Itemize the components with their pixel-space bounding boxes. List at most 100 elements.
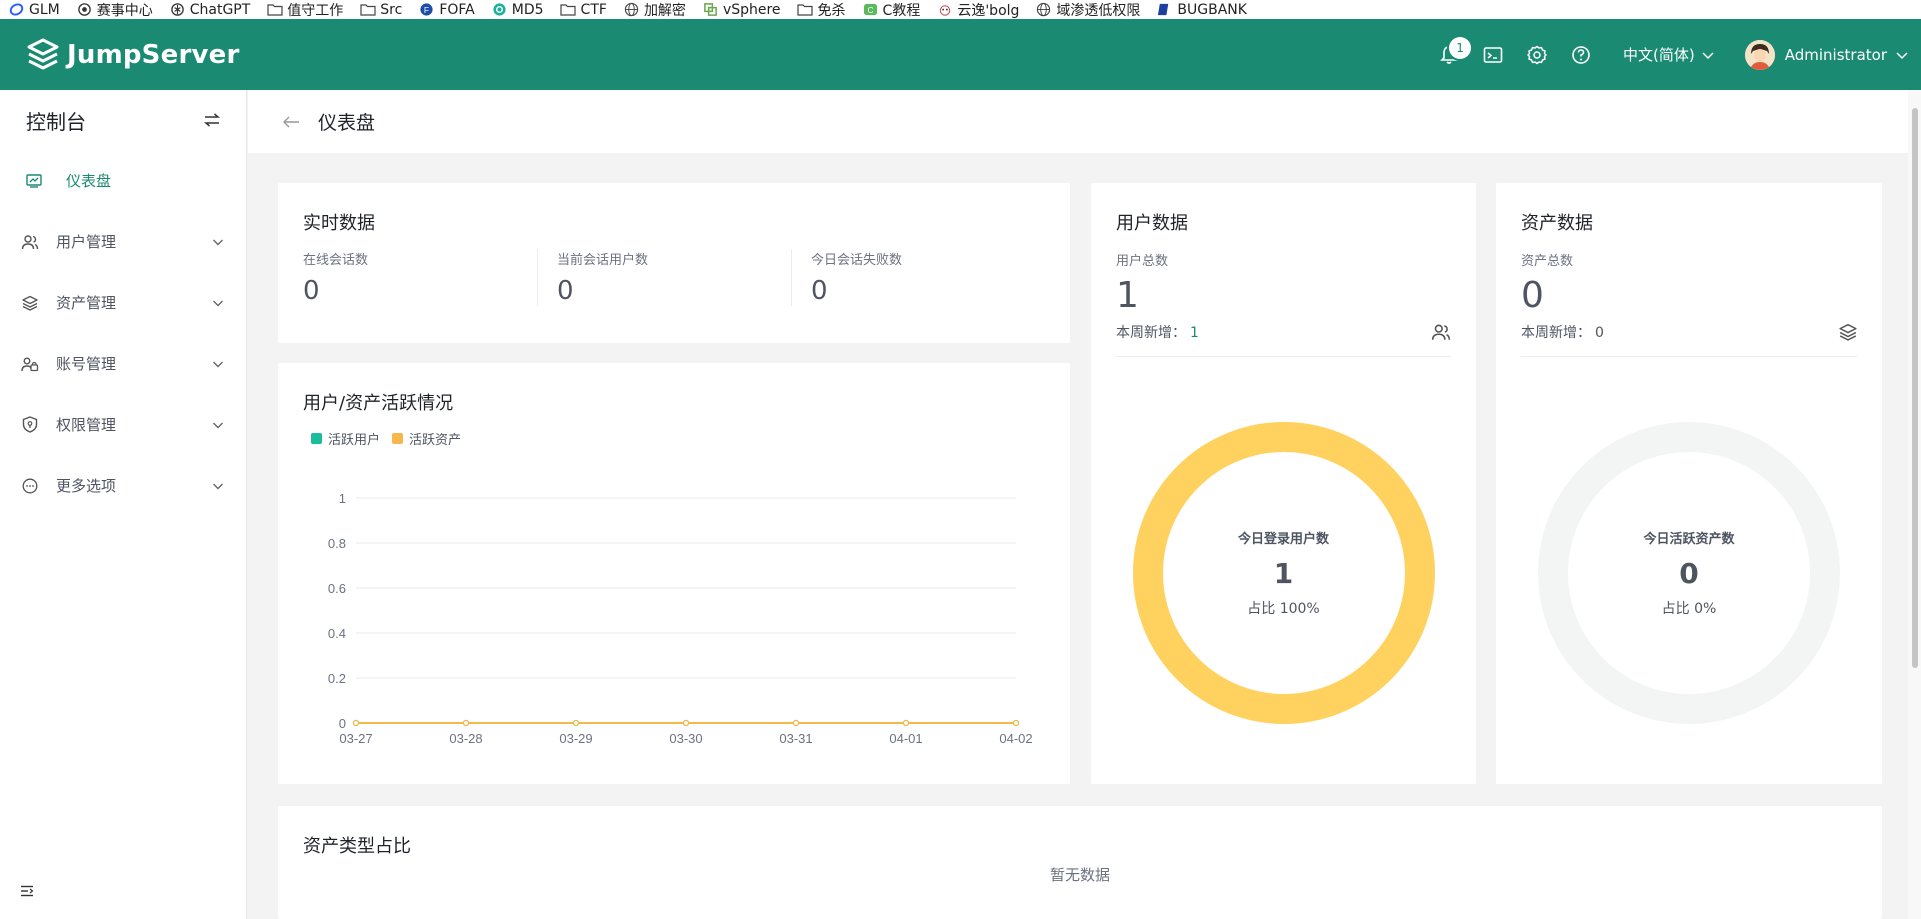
- bookmark-label: 加解密: [643, 2, 686, 19]
- stat-failed-sessions: 今日会话失败数 0: [791, 249, 1045, 306]
- brand-name: JumpServer: [67, 39, 240, 70]
- sidebar-item-label: 更多选项: [56, 477, 117, 495]
- sidebar-title: 控制台: [26, 109, 86, 134]
- bookmark-label: 云逸'bolg: [957, 2, 1020, 19]
- bookmark-c-tutorial[interactable]: C C教程: [862, 0, 920, 19]
- jumpserver-logo-icon: [27, 38, 59, 69]
- sidebar-item-dashboard[interactable]: 仪表盘: [0, 150, 246, 211]
- x-tick-label: 04-01: [889, 731, 922, 746]
- user-data-card: 用户数据 用户总数 1 本周新增： 1 今日登录用户数 1 占比 100%: [1091, 183, 1476, 784]
- data-point: [792, 719, 800, 727]
- donut-ratio: 占比 0%: [1661, 601, 1717, 617]
- settings-button[interactable]: [1515, 33, 1559, 77]
- stat-online-sessions: 在线会话数 0: [303, 249, 537, 306]
- donut-center: 今日登录用户数 1 占比 100%: [1091, 413, 1476, 733]
- bookmark-bugbank[interactable]: BUGBANK: [1156, 2, 1247, 18]
- user-menu[interactable]: Administrator: [1744, 39, 1909, 70]
- user-avatar-icon: [1744, 39, 1775, 70]
- sidebar-item-label: 仪表盘: [66, 172, 112, 190]
- arrow-left-icon: [283, 116, 299, 127]
- sidebar-item-users[interactable]: 用户管理: [0, 211, 246, 272]
- bookmark-event-center[interactable]: 赛事中心: [76, 0, 153, 19]
- card-title: 实时数据: [303, 213, 375, 234]
- username: Administrator: [1784, 45, 1887, 64]
- help-button[interactable]: [1559, 33, 1603, 77]
- chevron-down-icon: [213, 239, 223, 245]
- globe-icon: [623, 2, 640, 17]
- page-scrollbar[interactable]: [1908, 90, 1921, 919]
- asset-weekly-new: 本周新增： 0: [1521, 322, 1857, 357]
- y-tick-label: 0.2: [328, 671, 346, 686]
- users-icon: [1431, 324, 1451, 340]
- bookmark-folder-duty[interactable]: 值守工作: [266, 0, 343, 19]
- bookmark-cloud-blog[interactable]: 云逸'bolg: [936, 0, 1019, 19]
- bookmark-fofa[interactable]: F FOFA: [418, 2, 475, 18]
- data-point: [1012, 719, 1020, 727]
- empty-state: 暂无数据: [1049, 866, 1110, 884]
- folder-icon: [560, 2, 577, 17]
- page-title: 仪表盘: [318, 112, 376, 134]
- bookmark-chatgpt[interactable]: ChatGPT: [169, 2, 250, 18]
- chevron-down-icon: [1702, 51, 1714, 59]
- asset-total-value: 0: [1521, 275, 1544, 316]
- header-actions: 1 中文(简体) Administrator: [1427, 19, 1921, 90]
- y-tick-label: 0.6: [328, 581, 346, 596]
- sidebar: 控制台 仪表盘 用户管理 资产管理 账号管理 权限管理 更多选项: [0, 90, 247, 919]
- svg-text:F: F: [424, 5, 429, 15]
- notification-badge: 1: [1449, 36, 1472, 59]
- stat-value: 0: [303, 276, 320, 306]
- folder-icon: [359, 2, 376, 17]
- chevron-down-icon: [213, 300, 223, 306]
- bookmark-folder-av[interactable]: 免杀: [797, 0, 846, 19]
- language-selector[interactable]: 中文(简体): [1623, 44, 1715, 65]
- bookmark-glm[interactable]: GLM: [8, 2, 60, 18]
- y-tick-label: 1: [339, 491, 346, 506]
- bookmark-folder-ctf[interactable]: CTF: [560, 2, 607, 18]
- back-button[interactable]: [282, 115, 300, 129]
- brand-logo[interactable]: JumpServer: [27, 38, 239, 72]
- layers-icon: [20, 293, 40, 313]
- vsphere-icon: [702, 2, 719, 17]
- sidebar-item-accounts[interactable]: 账号管理: [0, 333, 246, 394]
- bookmark-label: 赛事中心: [96, 2, 153, 19]
- chevron-down-icon: [213, 361, 223, 367]
- sidebar-item-assets[interactable]: 资产管理: [0, 272, 246, 333]
- bookmark-domain-pentest[interactable]: 域渗透低权限: [1035, 0, 1140, 19]
- page-header: 仪表盘: [248, 90, 1908, 153]
- weekly-label: 本周新增：: [1116, 325, 1186, 341]
- language-label: 中文(简体): [1623, 46, 1695, 64]
- web-terminal-button[interactable]: [1471, 33, 1515, 77]
- bookmark-label: 值守工作: [287, 2, 344, 19]
- globe-icon: [1035, 2, 1052, 17]
- glm-icon: [8, 2, 25, 17]
- users-icon: [20, 232, 40, 252]
- user-total-label: 用户总数: [1116, 254, 1169, 269]
- user-total-value: 1: [1116, 275, 1139, 316]
- md5-icon: [491, 2, 508, 17]
- view-switch-button[interactable]: [204, 113, 220, 127]
- data-point: [352, 719, 360, 727]
- sidebar-header: 控制台: [0, 90, 246, 150]
- collapse-sidebar-button[interactable]: [20, 882, 34, 901]
- bookmark-vsphere[interactable]: vSphere: [702, 2, 781, 18]
- card-title: 资产数据: [1521, 213, 1593, 234]
- bookmark-md5[interactable]: MD5: [491, 2, 544, 18]
- donut-value: 0: [1679, 557, 1699, 590]
- bookmark-folder-src[interactable]: Src: [359, 2, 402, 18]
- bookmark-crypto[interactable]: 加解密: [623, 0, 686, 19]
- y-tick-label: 0: [339, 716, 346, 731]
- activity-line-chart: 0 0.2 0.4 0.6 0.8 1 03-27 03-28 03-29 03-30 03-31 0…: [328, 491, 1033, 746]
- chatgpt-icon: [169, 2, 186, 17]
- bugbank-icon: [1156, 2, 1173, 17]
- target-icon: [76, 2, 93, 17]
- y-tick-label: 0.4: [328, 626, 346, 641]
- donut-ratio: 占比 100%: [1247, 601, 1320, 617]
- sidebar-item-permissions[interactable]: 权限管理: [0, 394, 246, 455]
- more-icon: [20, 476, 40, 496]
- data-point: [462, 719, 470, 727]
- notification-button[interactable]: 1: [1427, 33, 1472, 77]
- user-login-donut: 今日登录用户数 1 占比 100%: [1091, 413, 1476, 733]
- stat-value: 0: [811, 276, 828, 306]
- sidebar-item-more[interactable]: 更多选项: [0, 455, 246, 516]
- scrollbar-thumb[interactable]: [1912, 108, 1918, 668]
